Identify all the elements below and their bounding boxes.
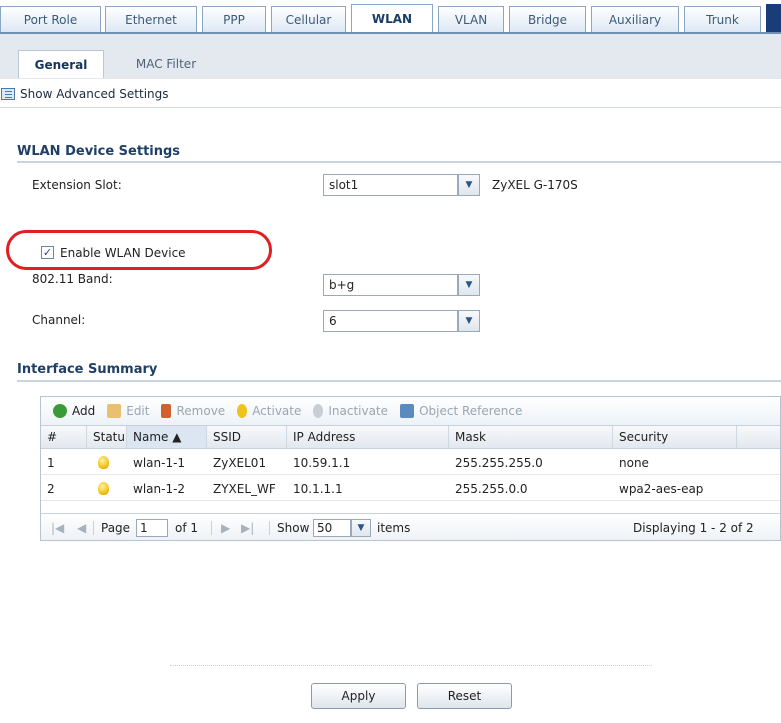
object-reference-label: Object Reference — [419, 404, 523, 418]
cell-security: none — [619, 455, 649, 470]
reset-button[interactable]: Reset — [417, 683, 512, 709]
tab-ppp[interactable]: PPP — [202, 6, 266, 32]
tab-wlan[interactable]: WLAN — [351, 4, 433, 33]
table-row[interactable]: 1 wlan-1-1 ZyXEL01 10.59.1.1 255.255.255… — [41, 450, 780, 475]
enable-wlan-label: Enable WLAN Device — [60, 246, 186, 260]
remove-button[interactable]: Remove — [161, 404, 225, 418]
tab-auxiliary[interactable]: Auxiliary — [591, 6, 679, 32]
cell-ssid: ZYXEL_WF — [213, 481, 276, 496]
table-row[interactable]: 2 wlan-1-2 ZYXEL_WF 10.1.1.1 255.255.0.0… — [41, 476, 780, 501]
add-icon — [53, 404, 67, 418]
reference-icon — [400, 404, 415, 418]
extension-slot-device: ZyXEL G-170S — [492, 178, 578, 192]
list-icon — [1, 87, 15, 100]
activate-label: Activate — [252, 404, 302, 418]
first-page-icon[interactable]: |◀ — [51, 514, 64, 541]
bulb-icon — [98, 456, 109, 469]
cell-num: 1 — [47, 455, 55, 470]
page-size-select[interactable]: 50 — [313, 519, 351, 537]
col-status[interactable]: Statu — [87, 426, 127, 448]
col-ssid[interactable]: SSID — [207, 426, 287, 448]
apply-button[interactable]: Apply — [311, 683, 406, 709]
prev-page-icon[interactable]: ◀ — [77, 514, 86, 541]
cell-security: wpa2-aes-eap — [619, 481, 704, 496]
sub-tab-bar: General MAC Filter — [0, 34, 781, 79]
next-page-icon[interactable]: ▶ — [221, 514, 230, 541]
cell-ip: 10.59.1.1 — [293, 455, 351, 470]
col-name[interactable]: Name ▲ — [127, 426, 207, 448]
extension-slot-label: Extension Slot: — [32, 178, 122, 192]
cell-num: 2 — [47, 481, 55, 496]
inactivate-label: Inactivate — [328, 404, 389, 418]
tab-cellular[interactable]: Cellular — [271, 6, 346, 32]
tab-strip-edge — [766, 4, 781, 32]
extension-slot-select[interactable]: slot1 — [323, 174, 458, 196]
items-label: items — [377, 520, 411, 535]
section-rule — [17, 380, 781, 382]
band-select[interactable]: b+g — [323, 274, 458, 296]
chevron-down-icon[interactable]: ▼ — [351, 519, 371, 537]
add-button[interactable]: Add — [53, 404, 95, 418]
channel-select[interactable]: 6 — [323, 310, 458, 332]
section-rule — [17, 161, 781, 163]
grid-toolbar: Add Edit Remove Activate Inactivate Obje… — [41, 397, 780, 425]
top-tab-strip: Port Role Ethernet PPP Cellular WLAN VLA… — [0, 0, 781, 33]
col-mask[interactable]: Mask — [449, 426, 613, 448]
enable-wlan-checkbox[interactable]: ✓ — [41, 246, 54, 259]
displaying-count: Displaying 1 - 2 of 2 — [633, 520, 754, 535]
col-num[interactable]: # — [41, 426, 87, 448]
tab-vlan[interactable]: VLAN — [438, 6, 504, 32]
inactivate-button[interactable]: Inactivate — [313, 404, 388, 418]
col-security[interactable]: Security — [613, 426, 737, 448]
show-label: Show — [277, 520, 310, 535]
trash-icon — [161, 404, 172, 418]
tab-bridge[interactable]: Bridge — [509, 6, 586, 32]
bulb-icon — [98, 482, 109, 495]
page-of-label: of 1 — [175, 520, 199, 535]
tab-trunk[interactable]: Trunk — [684, 6, 761, 32]
col-ip[interactable]: IP Address — [287, 426, 449, 448]
advanced-settings-link[interactable]: Show Advanced Settings — [0, 80, 781, 108]
subtab-general[interactable]: General — [18, 50, 104, 78]
remove-label: Remove — [176, 404, 226, 418]
divider — [170, 665, 652, 666]
pager-separator — [269, 521, 270, 535]
pager-separator — [211, 521, 212, 535]
edit-button[interactable]: Edit — [107, 404, 149, 418]
page-label: Page — [101, 520, 131, 535]
chevron-down-icon[interactable]: ▼ — [458, 310, 480, 332]
cell-status — [87, 450, 127, 475]
interface-summary-title: Interface Summary — [17, 362, 158, 377]
grid-header: # Statu Name ▲ SSID IP Address Mask Secu… — [41, 425, 780, 449]
object-reference-button[interactable]: Object Reference — [400, 404, 522, 418]
cell-status — [87, 476, 127, 501]
bulb-icon — [237, 404, 248, 418]
tab-port-role[interactable]: Port Role — [0, 6, 101, 32]
cell-ssid: ZyXEL01 — [213, 455, 267, 470]
edit-icon — [107, 404, 122, 418]
advanced-settings-label: Show Advanced Settings — [20, 86, 169, 101]
grid-pager: |◀ ◀ Page 1 of 1 ▶ ▶| Show 50 ▼ items Di… — [41, 513, 780, 540]
cell-ip: 10.1.1.1 — [293, 481, 343, 496]
last-page-icon[interactable]: ▶| — [241, 514, 254, 541]
chevron-down-icon[interactable]: ▼ — [458, 174, 480, 196]
tab-ethernet[interactable]: Ethernet — [105, 6, 197, 32]
pager-separator — [93, 521, 94, 535]
bulb-off-icon — [313, 404, 324, 418]
cell-name: wlan-1-2 — [133, 481, 186, 496]
chevron-down-icon[interactable]: ▼ — [458, 274, 480, 296]
interface-grid: Add Edit Remove Activate Inactivate Obje… — [40, 396, 781, 541]
cell-name: wlan-1-1 — [133, 455, 186, 470]
edit-label: Edit — [126, 404, 150, 418]
page-input[interactable]: 1 — [136, 519, 168, 537]
add-label: Add — [72, 404, 96, 418]
channel-label: Channel: — [32, 313, 86, 327]
activate-button[interactable]: Activate — [237, 404, 301, 418]
wlan-device-settings-title: WLAN Device Settings — [17, 144, 181, 159]
subtab-mac-filter[interactable]: MAC Filter — [120, 50, 212, 78]
cell-mask: 255.255.0.0 — [455, 481, 528, 496]
cell-mask: 255.255.255.0 — [455, 455, 543, 470]
band-label: 802.11 Band: — [32, 272, 113, 286]
